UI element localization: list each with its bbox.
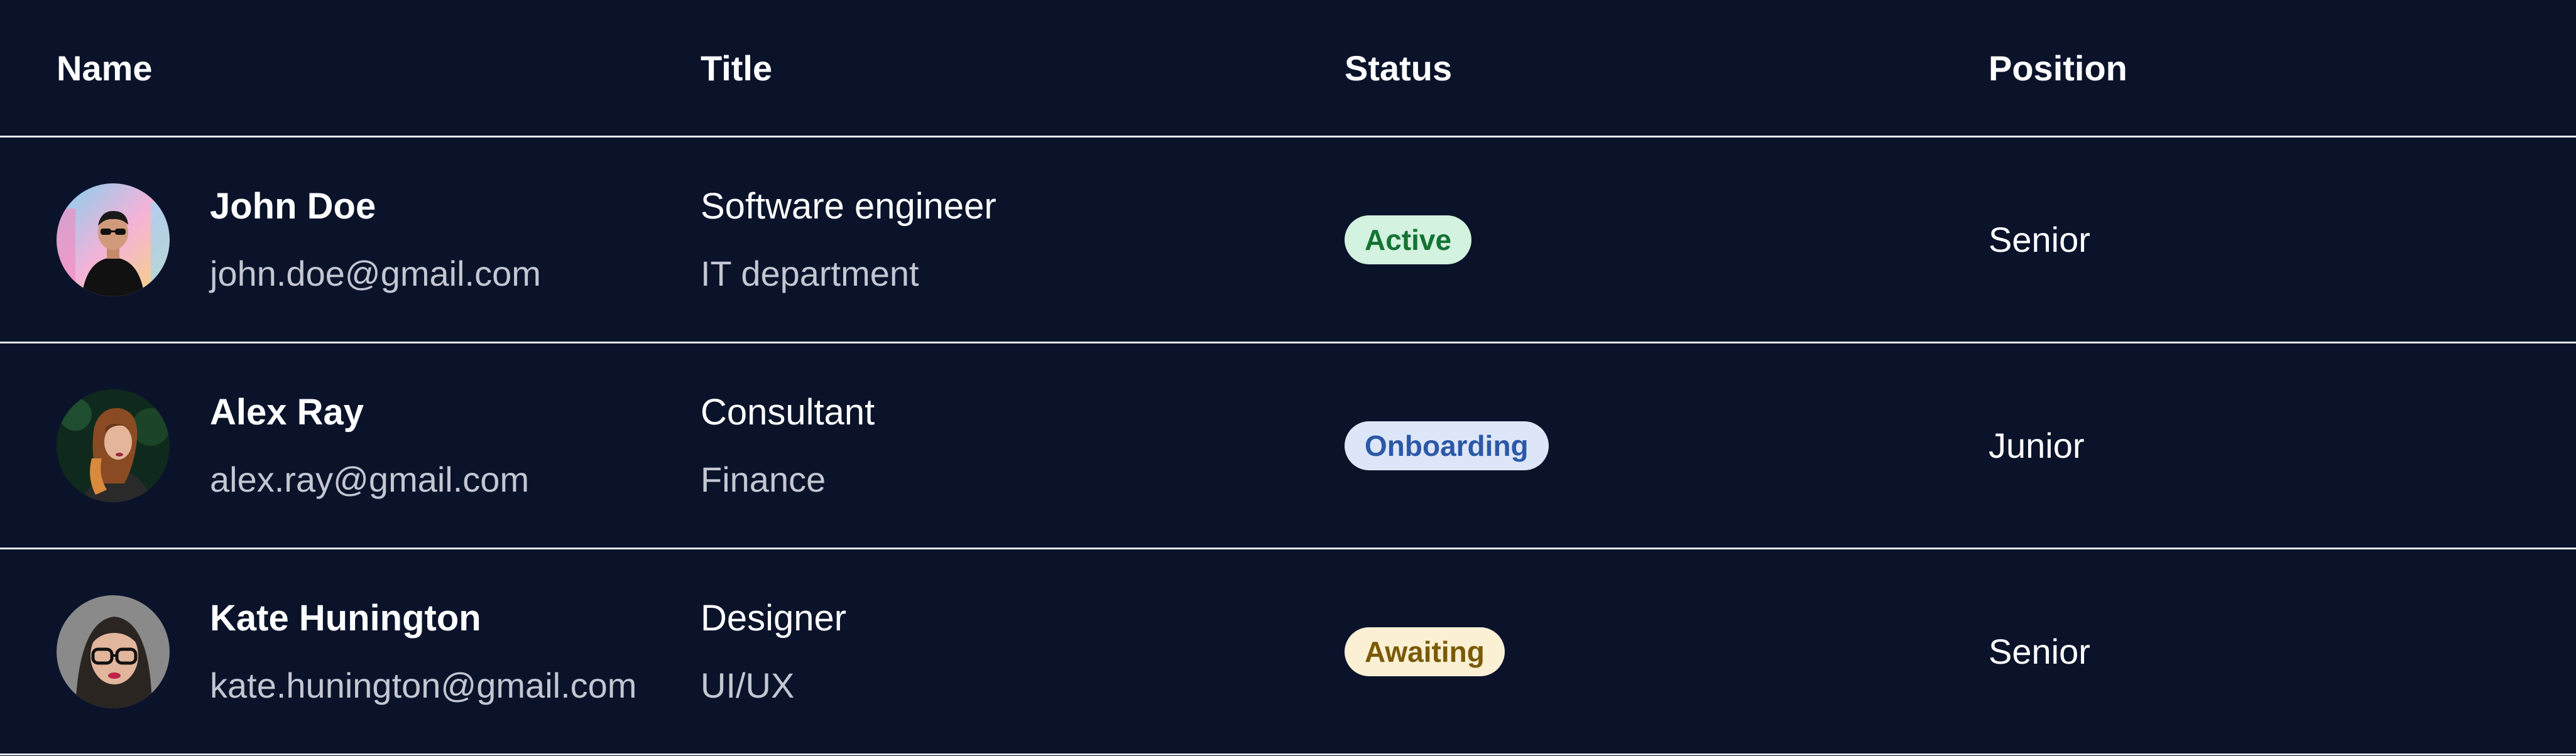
column-header-status[interactable]: Status: [1288, 48, 1932, 89]
status-cell: Active: [1288, 215, 1932, 264]
user-name: John Doe: [210, 185, 376, 227]
name-cell: John Doe john.doe@gmail.com: [0, 183, 644, 296]
user-name: Alex Ray: [210, 391, 364, 433]
department: UI/UX: [701, 665, 795, 705]
title-cell: Software engineer IT department: [644, 186, 1288, 294]
name-block: Kate Hunington kate.hunington@gmail.com: [210, 598, 636, 706]
avatar-man-sunglasses-icon: [57, 183, 170, 296]
name-cell: Kate Hunington kate.hunington@gmail.com: [0, 595, 644, 708]
status-cell: Awaiting: [1288, 627, 1932, 676]
avatar-woman-glasses-icon: [57, 595, 170, 708]
job-title: Designer: [701, 597, 847, 639]
status-cell: Onboarding: [1288, 421, 1932, 470]
users-table: Name Title Status Position John Doe john…: [0, 0, 2576, 755]
job-title: Software engineer: [701, 185, 996, 227]
department: IT department: [701, 253, 919, 293]
table-row[interactable]: Kate Hunington kate.hunington@gmail.com …: [0, 549, 2576, 755]
position-cell: Senior: [1989, 632, 2090, 671]
position-cell: Junior: [1989, 426, 2085, 465]
avatar[interactable]: [57, 183, 170, 296]
position-cell: Senior: [1989, 220, 2090, 259]
status-badge: Active: [1345, 215, 1472, 264]
column-header-position[interactable]: Position: [1932, 48, 2576, 89]
table-row[interactable]: John Doe john.doe@gmail.com Software eng…: [0, 138, 2576, 343]
name-block: John Doe john.doe@gmail.com: [210, 186, 541, 294]
user-email: kate.hunington@gmail.com: [210, 665, 637, 705]
department: Finance: [701, 459, 826, 499]
avatar[interactable]: [57, 389, 170, 502]
column-header-title[interactable]: Title: [644, 48, 1288, 89]
status-badge: Awaiting: [1345, 627, 1505, 676]
table-row[interactable]: Alex Ray alex.ray@gmail.com Consultant F…: [0, 343, 2576, 549]
avatar-woman-auburn-hair-icon: [57, 389, 170, 502]
user-email: john.doe@gmail.com: [210, 253, 541, 293]
title-cell: Consultant Finance: [644, 392, 1288, 500]
avatar[interactable]: [57, 595, 170, 708]
name-cell: Alex Ray alex.ray@gmail.com: [0, 389, 644, 502]
user-email: alex.ray@gmail.com: [210, 459, 530, 499]
user-name: Kate Hunington: [210, 597, 481, 639]
status-badge: Onboarding: [1345, 421, 1549, 470]
job-title: Consultant: [701, 391, 875, 433]
name-block: Alex Ray alex.ray@gmail.com: [210, 392, 529, 500]
table-header-row: Name Title Status Position: [0, 0, 2576, 138]
title-cell: Designer UI/UX: [644, 598, 1288, 706]
column-header-name[interactable]: Name: [0, 48, 644, 89]
